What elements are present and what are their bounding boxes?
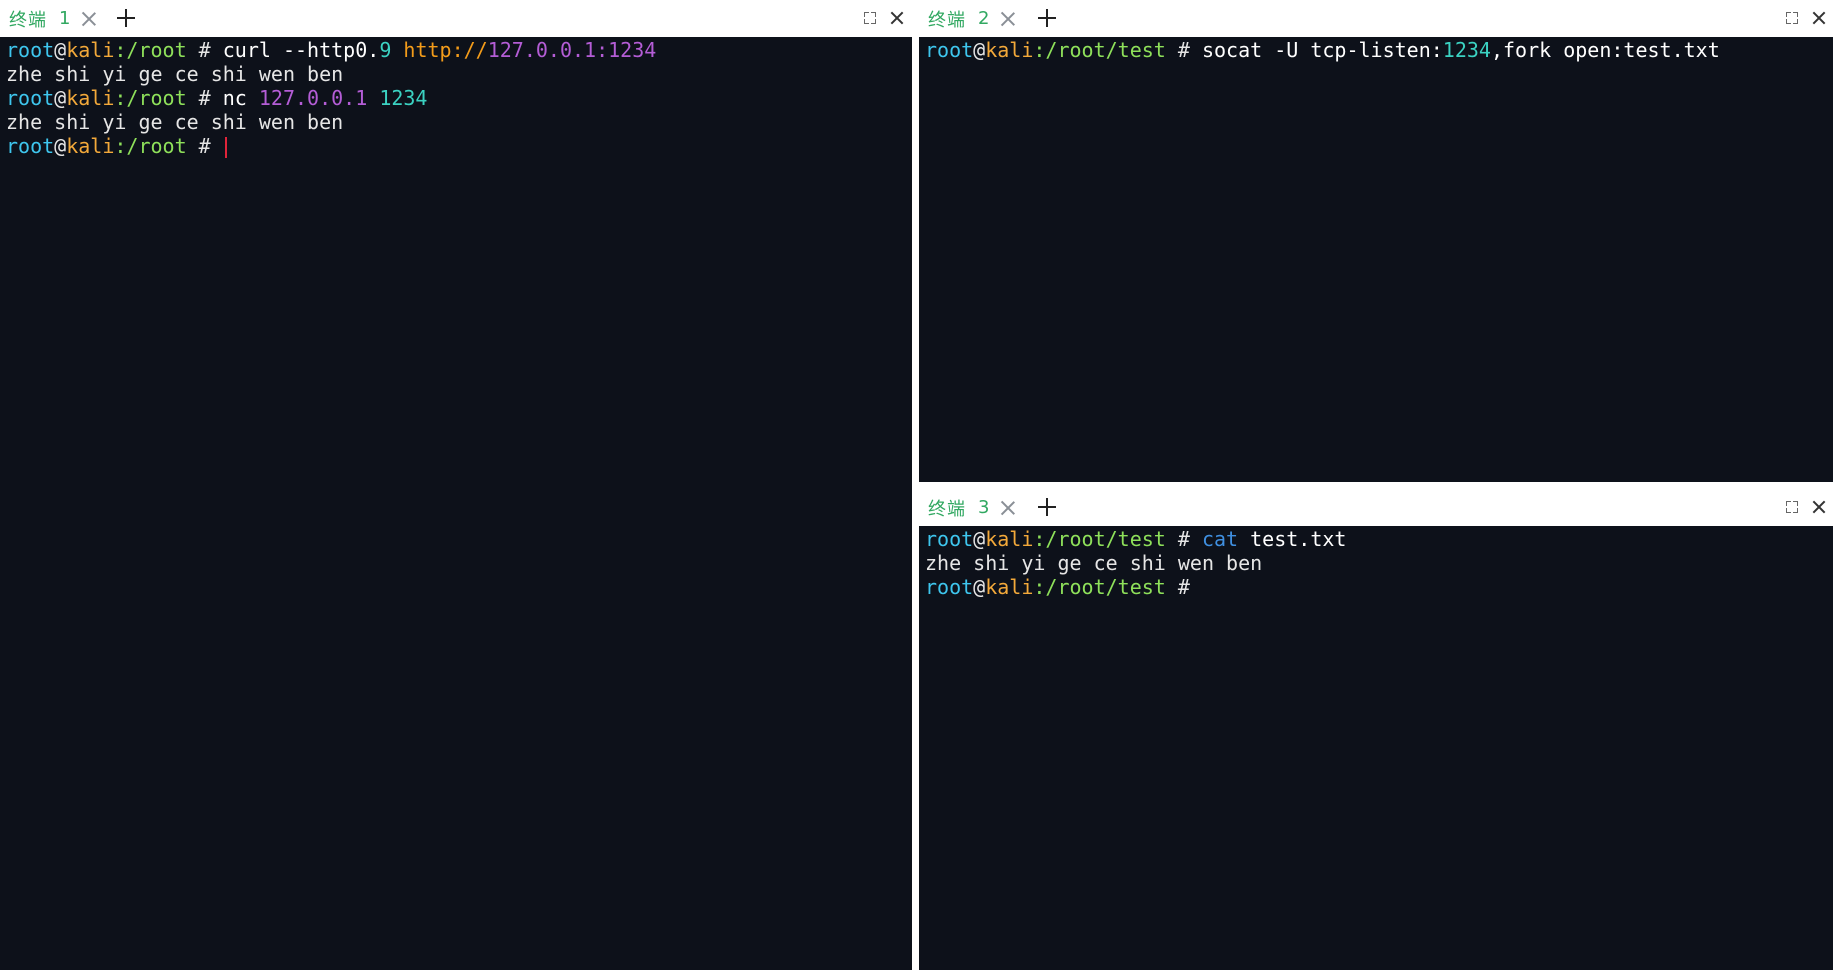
prompt-symbol: # — [1165, 527, 1202, 551]
tab-label: 终端 — [928, 9, 966, 31]
prompt-at: @ — [54, 86, 67, 110]
prompt-at: @ — [973, 575, 986, 599]
prompt-path: :/root — [114, 86, 187, 110]
prompt-path: :/root — [114, 38, 187, 62]
command-text — [391, 38, 403, 62]
terminal-pane-3: 终端 3 root@kali:/root/test # cat test.txt… — [919, 489, 1833, 970]
terminal-pane-1: 终端 1 root@kali:/root # curl --http0.9 ht… — [0, 0, 912, 970]
command-text: 1234 — [379, 86, 428, 110]
tab-number: 2 — [978, 8, 990, 29]
command-text: cat — [1201, 527, 1239, 551]
command-text: http:// — [403, 38, 488, 62]
command-line: root@kali:/root/test # socat -U tcp-list… — [925, 38, 1833, 62]
prompt-path: :/root/test — [1033, 527, 1166, 551]
command-text: 127.0.0.1 — [258, 86, 368, 110]
command-text: 1234 — [1442, 38, 1491, 62]
output-text: zhe shi yi ge ce shi wen ben — [6, 110, 344, 134]
close-icon[interactable] — [1811, 10, 1827, 26]
output-text: zhe shi yi ge ce shi wen ben — [925, 551, 1263, 575]
prompt-user: root — [925, 38, 974, 62]
prompt-symbol: # — [186, 134, 223, 158]
prompt-user: root — [6, 86, 55, 110]
tab-terminal-3[interactable]: 终端 3 — [919, 489, 1017, 526]
pane-divider[interactable] — [912, 0, 919, 970]
prompt-user: root — [925, 527, 974, 551]
new-tab-plus-icon[interactable] — [1038, 9, 1056, 27]
tab-close-icon[interactable] — [999, 10, 1017, 28]
prompt-at: @ — [54, 134, 67, 158]
terminal-output[interactable]: root@kali:/root/test # cat test.txt zhe s… — [919, 526, 1833, 970]
command-text — [367, 86, 379, 110]
output-line: zhe shi yi ge ce shi wen ben — [925, 551, 1833, 575]
tab-label: 终端 — [928, 498, 966, 520]
command-text: ,fork open:test.txt — [1490, 38, 1720, 62]
tab-number: 1 — [59, 8, 71, 29]
maximize-icon[interactable] — [1784, 499, 1800, 515]
text-cursor — [224, 137, 227, 158]
tab-bar: 终端 3 — [919, 489, 1833, 526]
command-line: root@kali:/root/test # cat test.txt — [925, 527, 1833, 551]
tab-close-icon[interactable] — [80, 10, 98, 28]
prompt-host: kali — [66, 134, 115, 158]
prompt-path: :/root/test — [1033, 575, 1166, 599]
output-line: zhe shi yi ge ce shi wen ben — [6, 110, 912, 134]
prompt-symbol: # — [186, 38, 223, 62]
tab-close-icon[interactable] — [999, 499, 1017, 517]
tab-number: 3 — [978, 497, 990, 518]
prompt-user: root — [6, 134, 55, 158]
prompt-host: kali — [66, 86, 115, 110]
command-text: 127.0.0.1:1234 — [487, 38, 657, 62]
prompt-host: kali — [985, 527, 1034, 551]
command-text: nc — [222, 86, 259, 110]
prompt-symbol: # — [186, 86, 223, 110]
prompt-at: @ — [54, 38, 67, 62]
terminal-output[interactable]: root@kali:/root/test # socat -U tcp-list… — [919, 37, 1833, 482]
maximize-icon[interactable] — [862, 10, 878, 26]
tab-terminal-2[interactable]: 终端 2 — [919, 0, 1017, 37]
command-line: root@kali:/root/test # — [925, 575, 1833, 599]
tab-bar: 终端 2 — [919, 0, 1833, 37]
new-tab-plus-icon[interactable] — [1038, 498, 1056, 516]
prompt-at: @ — [973, 38, 986, 62]
terminal-pane-2: 终端 2 root@kali:/root/test # socat -U tcp… — [919, 0, 1833, 482]
prompt-user: root — [6, 38, 55, 62]
prompt-symbol: # — [1165, 38, 1202, 62]
prompt-host: kali — [66, 38, 115, 62]
close-icon[interactable] — [889, 10, 905, 26]
command-line: root@kali:/root # curl --http0.9 http://… — [6, 38, 912, 62]
maximize-icon[interactable] — [1784, 10, 1800, 26]
prompt-path: :/root/test — [1033, 38, 1166, 62]
command-text: 9 — [379, 38, 392, 62]
output-text: zhe shi yi ge ce shi wen ben — [6, 62, 344, 86]
prompt-host: kali — [985, 38, 1034, 62]
prompt-path: :/root — [114, 134, 187, 158]
close-icon[interactable] — [1811, 499, 1827, 515]
command-text: curl --http0. — [222, 38, 380, 62]
prompt-symbol: # — [1165, 575, 1190, 599]
tab-terminal-1[interactable]: 终端 1 — [0, 0, 98, 37]
command-text: socat -U tcp-listen: — [1201, 38, 1443, 62]
terminal-output[interactable]: root@kali:/root # curl --http0.9 http://… — [0, 37, 912, 970]
prompt-user: root — [925, 575, 974, 599]
command-text: test.txt — [1238, 527, 1347, 551]
command-line: root@kali:/root # nc 127.0.0.1 1234 — [6, 86, 912, 110]
new-tab-plus-icon[interactable] — [117, 9, 135, 27]
tab-bar: 终端 1 — [0, 0, 912, 37]
output-line: zhe shi yi ge ce shi wen ben — [6, 62, 912, 86]
prompt-at: @ — [973, 527, 986, 551]
command-line: root@kali:/root # — [6, 134, 912, 158]
prompt-host: kali — [985, 575, 1034, 599]
tab-label: 终端 — [9, 9, 47, 31]
